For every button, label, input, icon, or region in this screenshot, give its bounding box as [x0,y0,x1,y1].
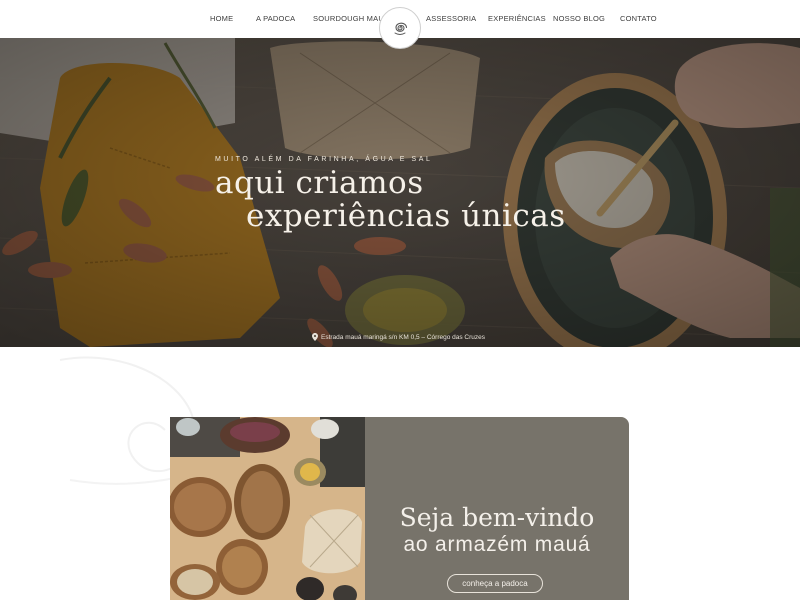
hero-title-line1: aqui criamos [215,165,424,201]
conheca-a-padoca-button[interactable]: conheça a padoca [447,574,543,593]
hero-kicker: MUITO ALÉM DA FARINHA, ÁGUA E SAL [215,156,433,163]
nav-item-a-padoca[interactable]: A PADOCA [256,14,295,23]
nav-item-contato[interactable]: CONTATO [620,14,657,23]
nav-item-home[interactable]: HOME [210,14,233,23]
welcome-title-line2: ao armazém mauá [403,533,591,556]
nav-item-experiencias[interactable]: EXPERIÊNCIAS [488,14,546,23]
hero-banner: MUITO ALÉM DA FARINHA, ÁGUA E SAL aqui c… [0,38,800,347]
bakery-photo [170,417,365,600]
hero-title-line2: experiências únicas [246,198,566,234]
nav-item-sourdough-maua[interactable]: SOURDOUGH MAUÁ [313,14,389,23]
map-pin-icon [312,333,318,341]
bakery-photo-graphic [170,417,365,600]
nav-item-assessoria[interactable]: ASSESSORIA [426,14,476,23]
hero-address-text: Estrada mauá maringá s/n KM 0,5 – Córreg… [321,333,486,341]
welcome-card: Seja bem-vindo ao armazém mauá conheça a… [365,417,629,600]
nav-item-nosso-blog[interactable]: NOSSO BLOG [553,14,605,23]
hero-address: Estrada mauá maringá s/n KM 0,5 – Córreg… [312,333,485,341]
swirl-logo-icon[interactable] [379,7,421,49]
logo-swirl-graphic [394,22,408,35]
welcome-title-line1: Seja bem-vindo [399,503,595,532]
